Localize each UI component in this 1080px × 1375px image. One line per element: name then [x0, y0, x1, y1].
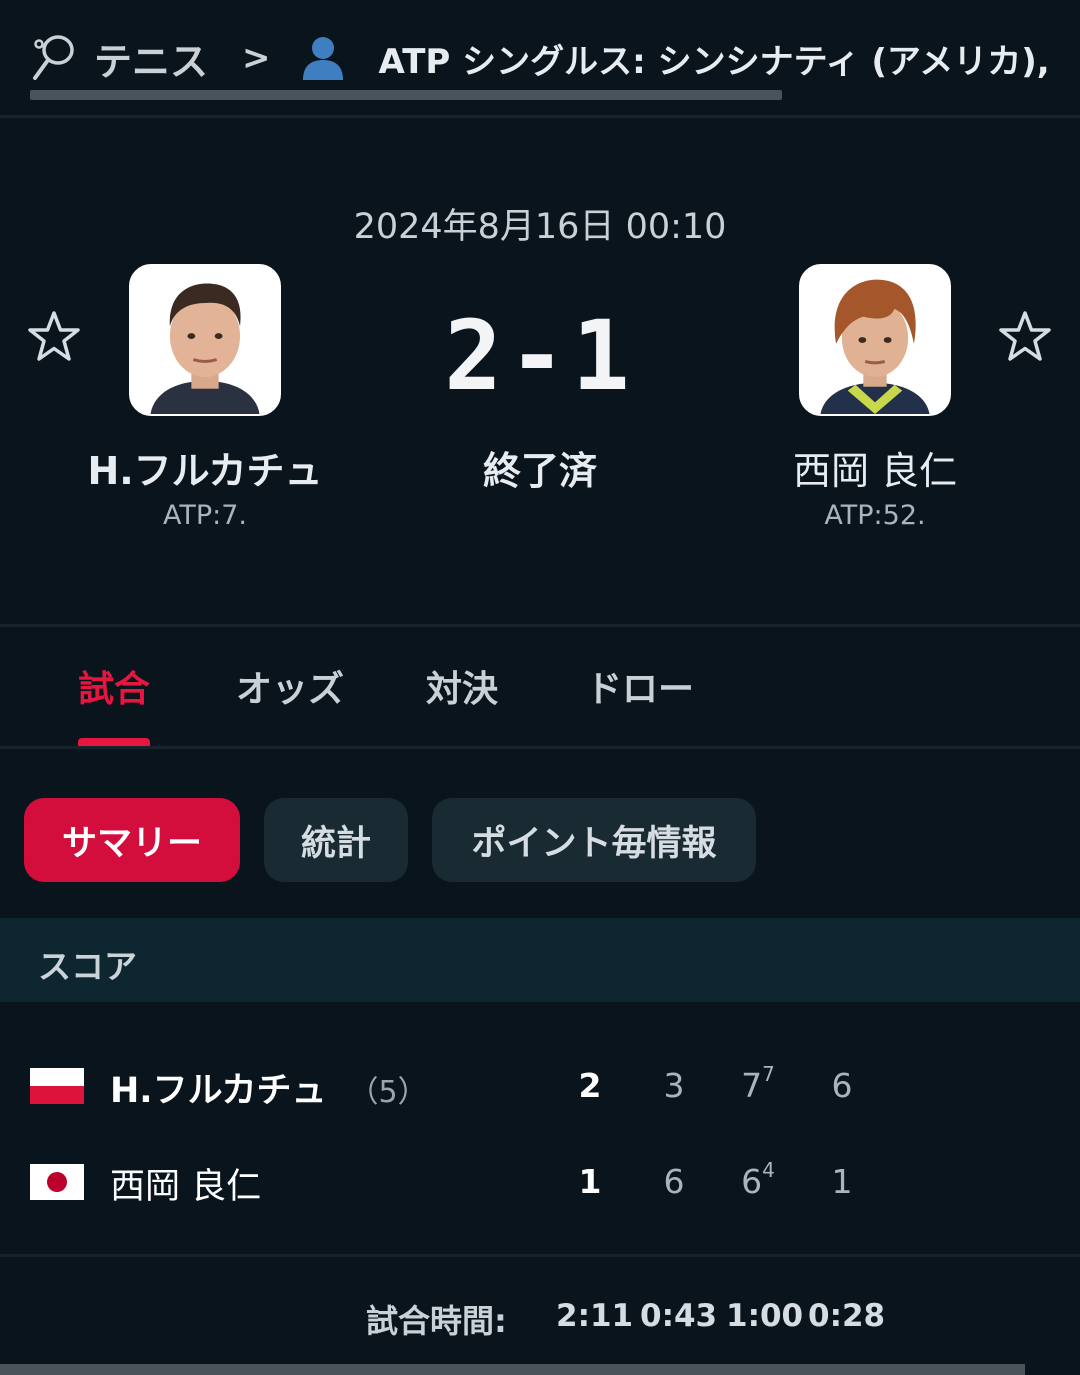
- away-player-rank: ATP:52.: [824, 500, 926, 531]
- set1-duration: 0:43: [640, 1298, 718, 1334]
- header-divider: [0, 624, 1080, 627]
- score-row-home-name[interactable]: H.フルカチュ （5）: [110, 1062, 428, 1113]
- score-section-title: スコア: [38, 947, 137, 986]
- away-set1-score: 6: [663, 1162, 685, 1201]
- match-status: 終了済: [482, 449, 597, 493]
- breadcrumb-row: テニス > ATP シングルス: シンシナティ (アメリカ),: [30, 28, 1050, 88]
- breadcrumb: テニス > ATP シングルス: シンシナティ (アメリカ),: [0, 0, 1080, 118]
- tab-match[interactable]: 試合: [78, 660, 150, 712]
- score-row-home-player[interactable]: H.フルカチュ: [110, 1071, 327, 1111]
- seed-badge: （5）: [348, 1075, 428, 1110]
- match-duration-total: 2:11: [556, 1298, 634, 1334]
- score-row-away-name[interactable]: 西岡 良仁: [110, 1158, 261, 1209]
- home-player-name[interactable]: H.フルカチュ: [45, 440, 365, 495]
- away-set2-score: 64: [728, 1158, 788, 1201]
- subtab-point-by-point[interactable]: ポイント毎情報: [432, 798, 756, 882]
- breadcrumb-tournament-link[interactable]: ATP シングルス: シンシナティ (アメリカ),: [379, 34, 1050, 83]
- person-icon: [301, 34, 345, 82]
- home-set3-score: 6: [831, 1066, 853, 1105]
- tab-draw[interactable]: ドロー: [586, 660, 694, 712]
- score-divider: [0, 1254, 1080, 1257]
- away-sets-won: 1: [578, 1162, 602, 1201]
- home-sets-won: 2: [578, 1066, 602, 1105]
- active-tab-indicator: [78, 738, 150, 746]
- tabs-divider: [0, 746, 1080, 749]
- away-player-avatar[interactable]: [799, 264, 951, 416]
- breadcrumb-scrollbar[interactable]: [30, 90, 782, 100]
- home-player-avatar[interactable]: [129, 264, 281, 416]
- away-set3-score: 1: [831, 1162, 853, 1201]
- away-set2-games: 6: [741, 1162, 763, 1201]
- match-duration-label: 試合時間:: [366, 1302, 507, 1340]
- japan-flag-icon: [30, 1164, 84, 1200]
- home-set1-score: 3: [663, 1066, 685, 1105]
- poland-flag-icon: [30, 1068, 84, 1104]
- subtab-summary[interactable]: サマリー: [24, 798, 240, 882]
- score-section-header: スコア: [0, 918, 1080, 1002]
- favorite-home-star-icon[interactable]: [24, 308, 84, 368]
- home-set2-score: 77: [728, 1062, 788, 1105]
- set2-duration: 1:00: [726, 1298, 804, 1334]
- chevron-right-icon: >: [242, 38, 271, 78]
- match-score: 2-1: [444, 300, 636, 412]
- home-set2-games: 7: [741, 1066, 763, 1105]
- set3-duration: 0:28: [808, 1298, 886, 1334]
- tab-odds[interactable]: オッズ: [236, 660, 344, 712]
- home-player-rank: ATP:7.: [162, 500, 247, 531]
- breadcrumb-sport-link[interactable]: テニス: [94, 31, 208, 86]
- tennis-racket-icon: [30, 32, 76, 84]
- tab-h2h[interactable]: 対決: [426, 660, 498, 712]
- favorite-away-star-icon[interactable]: [995, 308, 1055, 368]
- horizontal-scrollbar[interactable]: [0, 1364, 1025, 1375]
- away-set2-tiebreak: 4: [762, 1158, 775, 1182]
- away-player-name[interactable]: 西岡 良仁: [715, 440, 1035, 495]
- subtab-stats[interactable]: 統計: [264, 798, 408, 882]
- match-datetime: 2024年8月16日 00:10: [353, 207, 727, 247]
- home-set2-tiebreak: 7: [762, 1062, 775, 1086]
